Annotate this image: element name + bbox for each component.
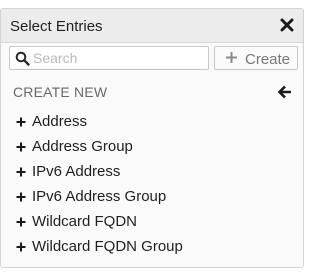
list-item-address-group[interactable]: Address Group [1, 135, 303, 160]
list-item-wildcard-fqdn-group[interactable]: Wildcard FQDN Group [1, 235, 303, 260]
panel-title: Select Entries [10, 18, 103, 35]
plus-icon [16, 117, 26, 127]
plus-icon [16, 167, 26, 177]
list-item-label: Address Group [32, 138, 133, 155]
panel-header: Select Entries [1, 9, 303, 43]
list-item-wildcard-fqdn[interactable]: Wildcard FQDN [1, 210, 303, 235]
list-item-ipv6-address[interactable]: IPv6 Address [1, 160, 303, 185]
create-new-list: Address Address Group IPv6 Address IPv6 … [1, 110, 303, 260]
search-input[interactable] [33, 48, 203, 68]
list-item-label: Wildcard FQDN [32, 213, 138, 230]
list-item-label: Address [32, 113, 88, 130]
close-icon[interactable] [280, 18, 294, 32]
create-button-label: Create [245, 51, 291, 68]
list-item-address[interactable]: Address [1, 110, 303, 135]
select-entries-panel: Select Entries Create CREATE NEW [0, 8, 304, 268]
plus-icon [16, 142, 26, 152]
search-box[interactable] [9, 46, 209, 70]
plus-icon [16, 242, 26, 252]
list-item-label: IPv6 Address [32, 163, 121, 180]
list-item-label: Wildcard FQDN Group [32, 238, 183, 255]
list-item-ipv6-address-group[interactable]: IPv6 Address Group [1, 185, 303, 210]
list-item-label: IPv6 Address Group [32, 188, 167, 205]
plus-icon [16, 217, 26, 227]
search-icon [15, 51, 30, 66]
create-button[interactable]: Create [214, 46, 298, 70]
plus-icon [16, 192, 26, 202]
section-title: CREATE NEW [13, 84, 108, 100]
arrow-left-icon[interactable] [277, 84, 293, 100]
plus-icon [225, 51, 238, 64]
